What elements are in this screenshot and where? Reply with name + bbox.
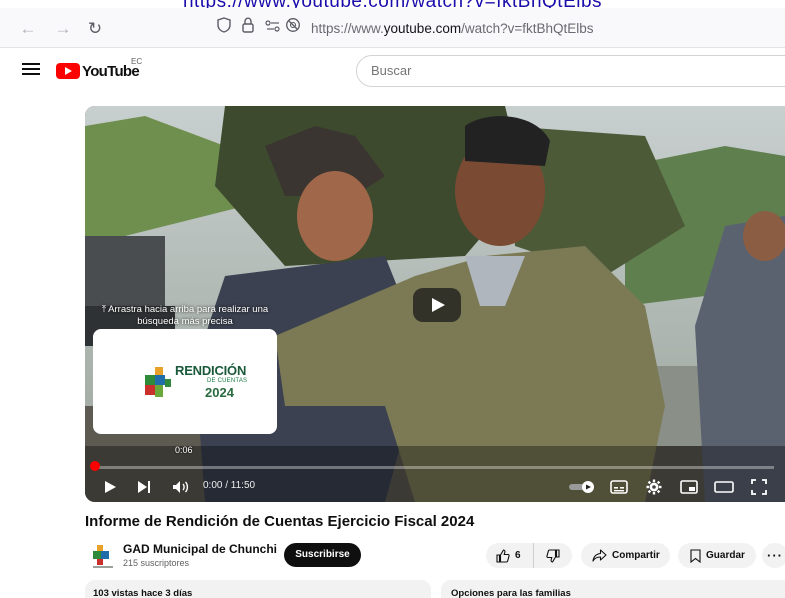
large-play-button[interactable] xyxy=(413,288,461,322)
like-dislike-group: 6 xyxy=(486,543,572,568)
drag-hint-line-1: ⤒ Arrastra hacia arriba para realizar un… xyxy=(101,304,269,315)
bookmark-icon xyxy=(690,548,701,563)
reload-icon[interactable]: ↻ xyxy=(84,18,106,40)
next-icon[interactable] xyxy=(133,472,155,502)
theater-mode-icon[interactable] xyxy=(712,472,736,502)
video-player[interactable]: ⤒ Arrastra hacia arriba para realizar un… xyxy=(85,106,785,502)
drag-hint-line-1-text: Arrastra hacia arriba para realizar una xyxy=(108,304,269,315)
progress-scrubber[interactable] xyxy=(90,461,100,471)
lock-icon[interactable] xyxy=(238,17,258,39)
video-stats[interactable]: 103 vistas hace 3 días xyxy=(85,580,431,598)
thumb-title: RENDICIÓN xyxy=(175,363,247,378)
fullscreen-icon[interactable] xyxy=(747,472,771,502)
save-button[interactable]: Guardar xyxy=(678,543,756,568)
thumbs-up-icon xyxy=(496,548,510,563)
url-path: /watch?v=fktBhQtElbs xyxy=(461,21,594,36)
youtube-play-icon xyxy=(56,63,80,79)
page: https://www.youtube.com/watch?v=fktBhQtE… xyxy=(0,0,785,598)
hamburger-menu-icon[interactable] xyxy=(22,60,40,78)
subscribe-button[interactable]: Suscribirse xyxy=(284,543,361,567)
drag-hint: ⤒ Arrastra hacia arriba para realizar un… xyxy=(85,304,285,328)
share-icon xyxy=(592,549,607,562)
progress-bar[interactable] xyxy=(94,466,774,469)
youtube-header: YouTube EC xyxy=(0,49,785,93)
tracking-blocked-icon[interactable] xyxy=(284,17,302,39)
settings-gear-icon[interactable] xyxy=(642,472,666,502)
shield-icon[interactable] xyxy=(214,17,234,39)
autoplay-toggle-icon[interactable] xyxy=(567,472,597,502)
save-label: Guardar xyxy=(706,550,745,561)
like-button[interactable]: 6 xyxy=(486,543,534,568)
drag-hint-line-2: búsqueda más precisa xyxy=(137,316,233,327)
more-actions-button[interactable]: ··· xyxy=(762,543,785,568)
video-title: Informe de Rendición de Cuentas Ejercici… xyxy=(85,513,475,530)
play-icon[interactable] xyxy=(99,472,121,502)
volume-icon[interactable] xyxy=(169,472,193,502)
browser-toolbar: ← → ↻ https://www.youtube.com/watch?v=fk… xyxy=(0,8,785,48)
permissions-icon[interactable] xyxy=(264,17,282,39)
dislike-button[interactable] xyxy=(534,543,572,568)
url-prefix: https://www. xyxy=(311,21,384,36)
thumb-year: 2024 xyxy=(205,385,234,400)
player-controls: 0:00 / 11:50 xyxy=(85,472,785,502)
thumbs-down-icon xyxy=(546,548,560,563)
like-count: 6 xyxy=(515,550,521,561)
time-display: 0:00 / 11:50 xyxy=(203,480,256,491)
country-code: EC xyxy=(131,57,143,66)
subtitles-icon[interactable] xyxy=(607,472,631,502)
subscriber-count: 215 suscriptores xyxy=(123,558,190,568)
search-box[interactable] xyxy=(356,55,785,87)
search-input[interactable] xyxy=(371,63,771,78)
preview-time: 0:06 xyxy=(175,445,193,455)
family-options[interactable]: Opciones para las familias xyxy=(441,580,785,598)
address-bar[interactable]: https://www.youtube.com/watch?v=fktBhQtE… xyxy=(214,14,785,44)
share-label: Compartir xyxy=(612,550,660,561)
youtube-logo[interactable]: YouTube xyxy=(56,61,140,81)
thumb-subtitle: DE CUENTAS xyxy=(207,378,248,384)
channel-name[interactable]: GAD Municipal de Chunchi xyxy=(123,542,277,556)
share-button[interactable]: Compartir xyxy=(581,543,670,568)
miniplayer-icon[interactable] xyxy=(677,472,701,502)
channel-avatar[interactable] xyxy=(91,543,115,569)
back-arrow-icon[interactable]: ← xyxy=(17,18,39,40)
preview-thumbnail: RENDICIÓN DE CUENTAS 2024 xyxy=(93,329,277,434)
url-host: youtube.com xyxy=(383,21,462,36)
forward-arrow-icon[interactable]: → xyxy=(52,18,74,40)
url-text[interactable]: https://www.youtube.com/watch?v=fktBhQtE… xyxy=(311,21,594,36)
